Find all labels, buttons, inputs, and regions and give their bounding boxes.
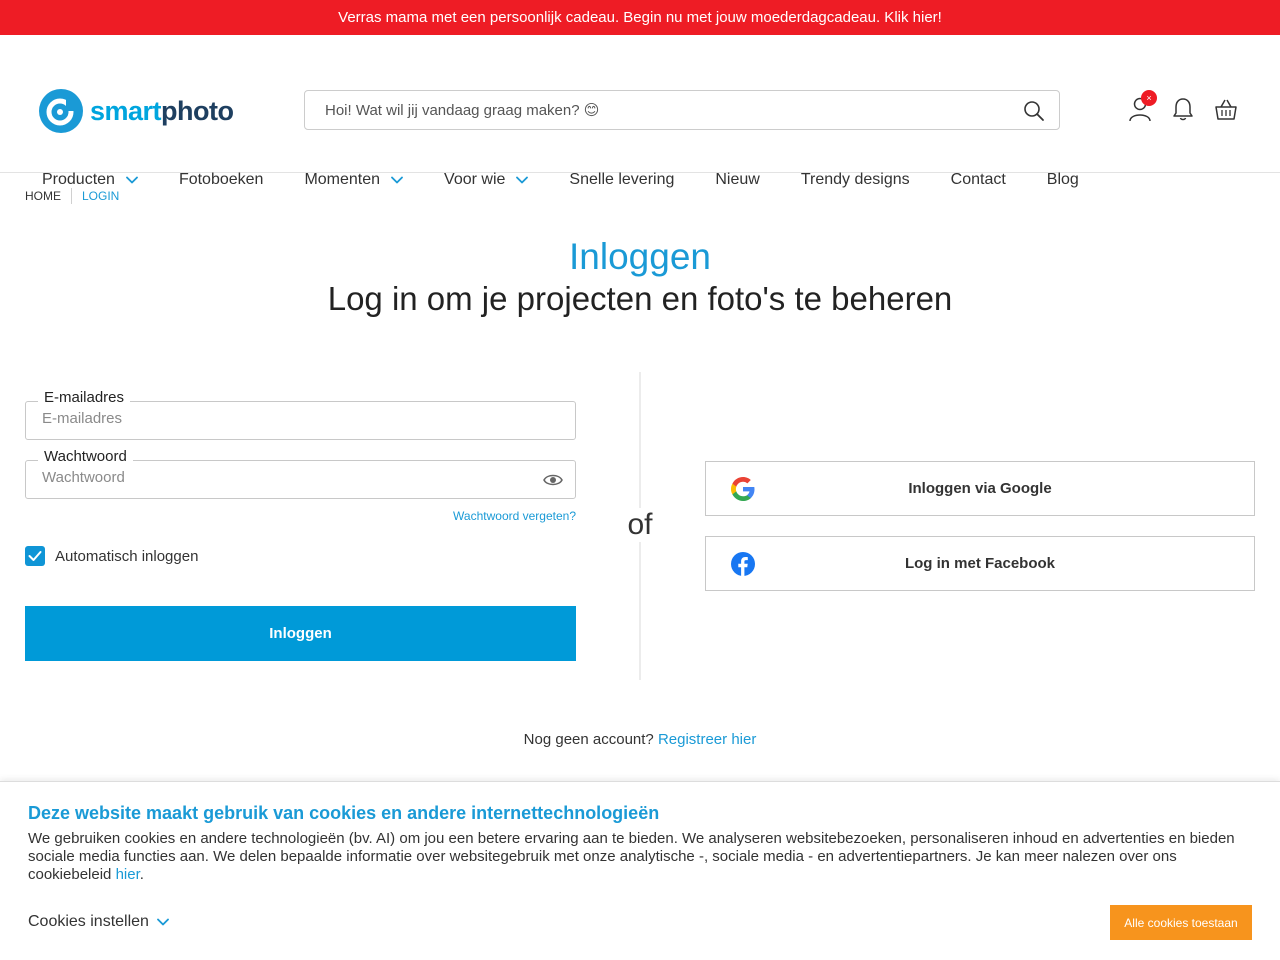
checkmark-icon	[28, 551, 42, 561]
page-subtitle: Log in om je projecten en foto's te behe…	[327, 280, 953, 317]
nav-item-contact[interactable]: Contact	[951, 171, 1006, 189]
nav-item-label: Nieuw	[715, 171, 760, 188]
nav-item-fotoboeken[interactable]: Fotoboeken	[179, 171, 264, 189]
facebook-icon	[731, 552, 755, 576]
register-question: Nog geen account?	[523, 731, 654, 748]
nav-item-label: Fotoboeken	[178, 171, 264, 188]
email-field[interactable]: E-mailadres	[25, 389, 576, 440]
chevron-down-icon	[126, 176, 138, 184]
user-tools: ×	[1128, 90, 1238, 123]
search-input[interactable]	[325, 101, 1005, 119]
password-label: Wachtwoord	[38, 448, 133, 465]
cookie-title: Deze website maakt gebruik van cookies e…	[28, 803, 660, 823]
chevron-down-icon	[391, 176, 403, 184]
basket-button[interactable]	[1214, 95, 1238, 123]
cookie-body: We gebruiken cookies en andere technolog…	[28, 830, 1235, 883]
nav-item-producten[interactable]: Producten	[42, 171, 138, 189]
nav-item-label: Voor wie	[444, 171, 506, 188]
breadcrumb: HOME LOGIN	[25, 188, 119, 204]
email-label: E-mailadres	[38, 389, 131, 406]
nav-item-label: Trendy designs	[800, 171, 910, 188]
nav-item-label: Contact	[950, 171, 1006, 188]
register-prompt: Nog geen account? Registreer hier	[0, 731, 1280, 748]
cookie-text: We gebruiken cookies en andere technolog…	[28, 830, 1243, 884]
forgot-password-link[interactable]: Wachtwoord vergeten?	[453, 509, 576, 523]
logo-text: smartphoto	[90, 95, 234, 126]
google-icon	[731, 477, 755, 501]
cookie-banner: Deze website maakt gebruik van cookies e…	[0, 781, 1280, 960]
remember-label: Automatisch inloggen	[55, 547, 199, 565]
breadcrumb-separator	[71, 188, 72, 204]
nav-item-momenten[interactable]: Momenten	[304, 171, 403, 189]
remember-me[interactable]: Automatisch inloggen	[25, 546, 198, 566]
nav-item-label: Producten	[42, 171, 115, 188]
cookie-settings-label: Cookies instellen	[28, 913, 149, 930]
notifications-button[interactable]	[1171, 95, 1195, 123]
cookie-text-end: .	[139, 866, 144, 883]
basket-icon	[1215, 99, 1237, 120]
password-input[interactable]	[42, 469, 542, 486]
login-button[interactable]: Inloggen	[25, 606, 576, 661]
nav-item-voor-wie[interactable]: Voor wie	[444, 171, 529, 189]
or-label: of	[620, 508, 660, 542]
accept-all-cookies-button[interactable]: Alle cookies toestaan	[1110, 905, 1252, 940]
email-input[interactable]	[42, 410, 542, 427]
google-login-button[interactable]: Inloggen via Google	[705, 461, 1255, 516]
site-header: smartphoto ×	[0, 35, 1280, 188]
facebook-login-button[interactable]: Log in met Facebook	[705, 536, 1255, 591]
nav-item-trendy-designs[interactable]: Trendy designs	[801, 171, 910, 189]
search-icon[interactable]	[1023, 100, 1045, 122]
search-bar[interactable]	[304, 90, 1060, 130]
breadcrumb-home[interactable]: HOME	[25, 189, 61, 203]
nav-item-label: Snelle levering	[569, 171, 675, 188]
remember-checkbox[interactable]	[25, 546, 45, 566]
facebook-login-label: Log in met Facebook	[904, 555, 1055, 572]
password-field[interactable]: Wachtwoord	[25, 448, 576, 499]
chevron-down-icon	[157, 918, 169, 926]
nav-item-nieuw[interactable]: Nieuw	[715, 171, 759, 189]
show-password-icon[interactable]	[543, 472, 563, 488]
logo-mark-icon	[39, 89, 83, 133]
cookie-policy-link[interactable]: hier	[116, 866, 140, 883]
nav-item-blog[interactable]: Blog	[1047, 171, 1079, 189]
promo-text[interactable]: Verras mama met een persoonlijk cadeau. …	[338, 9, 942, 26]
google-login-label: Inloggen via Google	[908, 480, 1052, 497]
promo-banner[interactable]: Verras mama met een persoonlijk cadeau. …	[0, 0, 1280, 35]
main-nav: Producten Fotoboeken Momenten Voor wie Snell…	[42, 160, 1120, 200]
account-badge: ×	[1141, 90, 1157, 106]
account-button[interactable]: ×	[1128, 90, 1157, 123]
register-link[interactable]: Registreer hier	[658, 731, 756, 748]
nav-item-label: Blog	[1046, 171, 1079, 188]
logo[interactable]: smartphoto	[38, 88, 234, 134]
cookie-settings-toggle[interactable]: Cookies instellen	[28, 913, 169, 931]
chevron-down-icon	[516, 176, 529, 184]
page-title: Inloggen	[569, 236, 711, 277]
nav-item-snelle-levering[interactable]: Snelle levering	[569, 171, 674, 189]
bell-icon	[1173, 98, 1193, 121]
breadcrumb-current: LOGIN	[82, 189, 120, 203]
nav-item-label: Momenten	[304, 171, 381, 188]
